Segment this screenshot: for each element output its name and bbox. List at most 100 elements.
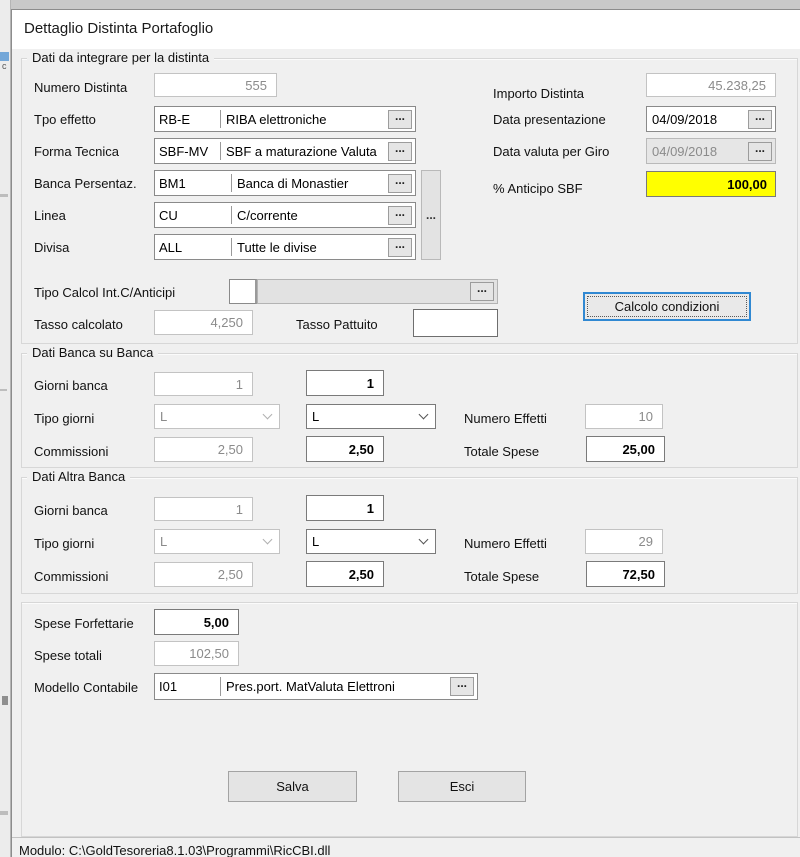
forma-tecnica-code[interactable]: SBF-MV xyxy=(155,139,220,163)
anticipo-sbf-field[interactable]: 100,00 xyxy=(646,171,776,197)
tpo-effetto-label: Tpo effetto xyxy=(34,112,96,127)
forma-tecnica-label: Forma Tecnica xyxy=(34,144,119,159)
background-selection-mark xyxy=(0,52,9,61)
tpo-effetto-code[interactable]: RB-E xyxy=(155,107,220,131)
calcolo-condizioni-button[interactable]: Calcolo condizioni xyxy=(583,292,751,321)
selected-value: L xyxy=(312,534,319,549)
modello-contabile-code[interactable]: I01 xyxy=(155,674,220,699)
giorni-banca-edit-field[interactable]: 1 xyxy=(306,370,384,396)
tipo-giorni-label: Tipo giorni xyxy=(34,411,94,426)
totale-spese-label: Totale Spese xyxy=(464,444,539,459)
tpo-effetto-combo: RB-E RIBA elettroniche ... xyxy=(154,106,416,132)
giorni-banca-label: Giorni banca xyxy=(34,503,108,518)
tipo-giorni-label: Tipo giorni xyxy=(34,536,94,551)
group-caption: Dati da integrare per la distinta xyxy=(27,50,214,65)
numero-effetti-label: Numero Effetti xyxy=(464,536,547,551)
banca-presentaz-browse-button[interactable]: ... xyxy=(388,174,412,193)
totale-spese-field[interactable]: 72,50 xyxy=(586,561,665,587)
data-presentazione-field[interactable]: 04/09/2018 xyxy=(647,107,748,131)
tipo-giorni-calc-select: L xyxy=(154,529,280,554)
group-caption: Dati Altra Banca xyxy=(27,469,130,484)
status-bar-text: Modulo: C:\GoldTesoreria8.1.03\Programmi… xyxy=(19,843,330,857)
numero-effetti-label: Numero Effetti xyxy=(464,411,547,426)
tasso-pattuito-label: Tasso Pattuito xyxy=(296,317,378,332)
divisa-combo: ALL Tutte le divise ... xyxy=(154,234,416,260)
background-text-fragment: c xyxy=(2,61,7,71)
numero-effetti-field: 10 xyxy=(585,404,663,429)
background-window-edge: c xyxy=(0,0,11,857)
linea-combo: CU C/corrente ... xyxy=(154,202,416,228)
banca-presentaz-code[interactable]: BM1 xyxy=(155,171,231,195)
dettaglio-distinta-dialog: Dettaglio Distinta Portafoglio Dati da i… xyxy=(11,9,800,857)
status-separator xyxy=(12,837,800,838)
tipo-calcolo-bar: ... xyxy=(257,279,498,304)
spese-forfettarie-field[interactable]: 5,00 xyxy=(154,609,239,635)
tasso-pattuito-field[interactable] xyxy=(413,309,498,337)
giorni-banca-label: Giorni banca xyxy=(34,378,108,393)
page-title: Dettaglio Distinta Portafoglio xyxy=(24,20,213,37)
banca-presentaz-combo: BM1 Banca di Monastier ... xyxy=(154,170,416,196)
group-caption: Dati Banca su Banca xyxy=(27,345,158,360)
numero-effetti-field: 29 xyxy=(585,529,663,554)
anticipo-sbf-label: % Anticipo SBF xyxy=(493,181,583,196)
commissioni-edit-field[interactable]: 2,50 xyxy=(306,436,384,462)
multi-browse-button[interactable]: ... xyxy=(421,170,441,260)
divisa-label: Divisa xyxy=(34,240,69,255)
linea-browse-button[interactable]: ... xyxy=(388,206,412,225)
commissioni-label: Commissioni xyxy=(34,444,108,459)
divisa-code[interactable]: ALL xyxy=(155,235,231,259)
giorni-banca-edit-field[interactable]: 1 xyxy=(306,495,384,521)
numero-distinta-label: Numero Distinta xyxy=(34,80,127,95)
title-bar: Dettaglio Distinta Portafoglio xyxy=(12,10,800,49)
data-valuta-browse-button[interactable]: ... xyxy=(748,142,772,161)
forma-tecnica-combo: SBF-MV SBF a maturazione Valuta ... xyxy=(154,138,416,164)
linea-desc: C/corrente xyxy=(232,203,388,227)
numero-distinta-field: 555 xyxy=(154,73,277,97)
tipo-calcolo-browse-button[interactable]: ... xyxy=(470,282,494,301)
selected-value: L xyxy=(160,534,167,549)
tipo-giorni-calc-select: L xyxy=(154,404,280,429)
tipo-giorni-edit-select[interactable]: L xyxy=(306,529,436,554)
tipo-calcolo-code-field[interactable] xyxy=(229,279,257,304)
data-valuta-field-wrap: 04/09/2018 ... xyxy=(646,138,776,164)
modello-contabile-browse-button[interactable]: ... xyxy=(450,677,474,696)
selected-value: L xyxy=(160,409,167,424)
commissioni-label: Commissioni xyxy=(34,569,108,584)
data-presentazione-field-wrap: 04/09/2018 ... xyxy=(646,106,776,132)
forma-tecnica-browse-button[interactable]: ... xyxy=(388,142,412,161)
linea-label: Linea xyxy=(34,208,66,223)
divisa-browse-button[interactable]: ... xyxy=(388,238,412,257)
modello-contabile-desc: Pres.port. MatValuta Elettroni xyxy=(221,674,450,699)
tipo-calcolo-label: Tipo Calcol Int.C/Anticipi xyxy=(34,285,175,300)
data-presentazione-browse-button[interactable]: ... xyxy=(748,110,772,129)
chevron-down-icon xyxy=(263,535,273,545)
banca-presentaz-label: Banca Persentaz. xyxy=(34,176,137,191)
tasso-calcolato-label: Tasso calcolato xyxy=(34,317,123,332)
chevron-down-icon xyxy=(263,410,273,420)
modello-contabile-combo: I01 Pres.port. MatValuta Elettroni ... xyxy=(154,673,478,700)
esci-button[interactable]: Esci xyxy=(398,771,526,802)
tpo-effetto-browse-button[interactable]: ... xyxy=(388,110,412,129)
totale-spese-label: Totale Spese xyxy=(464,569,539,584)
chevron-down-icon xyxy=(419,535,429,545)
data-presentazione-label: Data presentazione xyxy=(493,112,606,127)
chevron-down-icon xyxy=(419,410,429,420)
spese-totali-label: Spese totali xyxy=(34,648,102,663)
commissioni-calc-field: 2,50 xyxy=(154,562,253,587)
totale-spese-field[interactable]: 25,00 xyxy=(586,436,665,462)
data-valuta-field: 04/09/2018 xyxy=(647,139,748,163)
salva-button[interactable]: Salva xyxy=(228,771,357,802)
divisa-desc: Tutte le divise xyxy=(232,235,388,259)
tpo-effetto-desc: RIBA elettroniche xyxy=(221,107,388,131)
commissioni-calc-field: 2,50 xyxy=(154,437,253,462)
tipo-giorni-edit-select[interactable]: L xyxy=(306,404,436,429)
spese-forfettarie-label: Spese Forfettarie xyxy=(34,616,134,631)
forma-tecnica-desc: SBF a maturazione Valuta xyxy=(221,139,388,163)
giorni-banca-calc-field: 1 xyxy=(154,497,253,521)
linea-code[interactable]: CU xyxy=(155,203,231,227)
commissioni-edit-field[interactable]: 2,50 xyxy=(306,561,384,587)
tasso-calcolato-field: 4,250 xyxy=(154,310,253,335)
banca-presentaz-desc: Banca di Monastier xyxy=(232,171,388,195)
selected-value: L xyxy=(312,409,319,424)
giorni-banca-calc-field: 1 xyxy=(154,372,253,396)
